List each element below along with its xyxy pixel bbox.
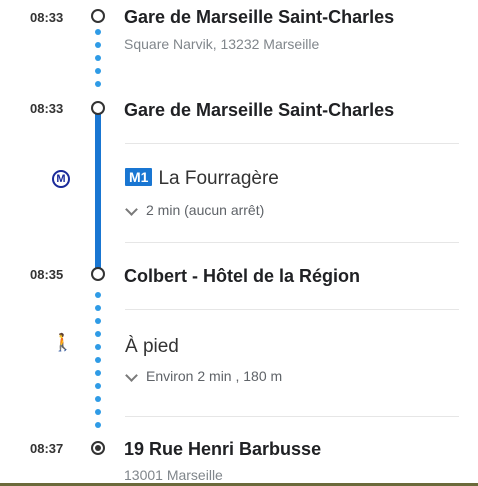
walk-dot xyxy=(95,396,101,402)
walk-dot xyxy=(95,318,101,324)
chevron-down-icon xyxy=(125,203,138,217)
stop-address: 13001 Marseille xyxy=(124,467,223,483)
divider xyxy=(125,143,459,144)
walk-dot xyxy=(95,81,101,87)
walk-dot xyxy=(95,409,101,415)
walk-dot xyxy=(95,383,101,389)
stop-title[interactable]: Gare de Marseille Saint-Charles xyxy=(124,100,394,121)
walk-dot xyxy=(95,422,101,428)
divider xyxy=(125,309,459,310)
stop-title[interactable]: Colbert - Hôtel de la Région xyxy=(124,266,360,287)
walk-dot xyxy=(95,29,101,35)
walk-dot xyxy=(95,42,101,48)
walk-dot xyxy=(95,68,101,74)
walk-dot xyxy=(95,292,101,298)
walk-dot xyxy=(95,357,101,363)
walk-detail: Environ 2 min , 180 m xyxy=(146,368,283,384)
walk-detail-toggle[interactable]: Environ 2 min , 180 m xyxy=(124,368,282,384)
stop-time: 08:35 xyxy=(30,267,64,282)
stop-time: 08:33 xyxy=(30,10,64,25)
walking-person-icon: 🚶 xyxy=(52,333,74,352)
metro-icon: M xyxy=(52,170,70,188)
stop-time: 08:37 xyxy=(30,441,64,456)
divider xyxy=(125,416,459,417)
metro-route: M1 La Fourragère xyxy=(125,168,279,190)
destination-dot xyxy=(95,445,101,451)
stop-title[interactable]: 19 Rue Henri Barbusse xyxy=(124,439,321,460)
walk-dot xyxy=(95,55,101,61)
walk-label: À pied xyxy=(125,336,179,357)
line-badge: M1 xyxy=(125,168,153,186)
chevron-down-icon xyxy=(125,369,138,383)
stop-marker-icon xyxy=(91,101,105,115)
stop-address: Square Narvik, 13232 Marseille xyxy=(124,36,320,52)
divider xyxy=(125,242,459,243)
route-direction: La Fourragère xyxy=(158,168,279,189)
walk-dot xyxy=(95,370,101,376)
walk-dot xyxy=(95,344,101,350)
stop-marker-icon xyxy=(91,9,105,23)
stop-marker-icon xyxy=(91,267,105,281)
walk-dot xyxy=(95,305,101,311)
metro-duration-toggle[interactable]: 2 min (aucun arrêt) xyxy=(124,202,264,218)
destination-marker-icon xyxy=(91,441,105,455)
stop-time: 08:33 xyxy=(30,101,64,116)
stop-title[interactable]: Gare de Marseille Saint-Charles xyxy=(124,7,394,28)
metro-line-segment xyxy=(95,110,101,272)
metro-duration: 2 min (aucun arrêt) xyxy=(146,202,265,218)
walk-dot xyxy=(95,331,101,337)
